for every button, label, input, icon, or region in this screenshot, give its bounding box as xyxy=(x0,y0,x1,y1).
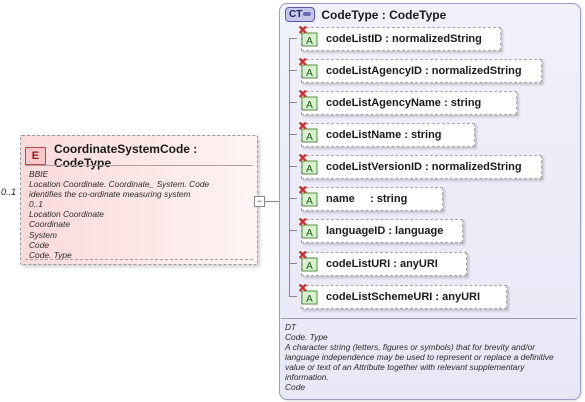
svg-text:A: A xyxy=(306,100,313,111)
complex-type-doc-line: Code xyxy=(285,382,306,392)
attribute-icon: A xyxy=(299,90,318,111)
attribute-codeListSchemeURI[interactable]: codeListSchemeURI : anyURI xyxy=(301,285,507,309)
attribute-codeListAgencyName[interactable]: codeListAgencyName : string xyxy=(301,91,517,115)
occurrence-label: 0..1 xyxy=(1,187,17,197)
attribute-languageID[interactable]: languageID : language xyxy=(301,219,463,243)
svg-text:A: A xyxy=(306,164,313,175)
attribute-icon: A xyxy=(299,186,318,207)
attribute-label: codeListSchemeURI : anyURI xyxy=(326,291,481,303)
element-doc-line: Coordinate xyxy=(29,219,70,230)
expand-dash-icon xyxy=(303,12,312,17)
svg-text:A: A xyxy=(306,294,313,305)
attribute-icon: A xyxy=(299,251,318,272)
complex-type-title: CodeType : CodeType xyxy=(321,7,447,22)
attribute-stub xyxy=(289,230,297,231)
attribute-label: codeListVersionID : normalizedString xyxy=(326,161,522,173)
element-doc-line: identifies the co-ordinate measuring sys… xyxy=(29,189,191,200)
attribute-label: codeListName : string xyxy=(326,129,442,141)
complex-type-doc-line: information. xyxy=(285,372,329,382)
element-divider xyxy=(25,165,253,166)
svg-text:A: A xyxy=(306,228,313,239)
attribute-label: codeListAgencyName : string xyxy=(326,97,482,109)
complex-type-divider xyxy=(281,318,577,319)
complex-type-documentation: DT Code. Type A character string (letter… xyxy=(285,322,575,392)
element-badge: E xyxy=(25,147,46,165)
attribute-icon: A xyxy=(299,26,318,47)
attribute-stub xyxy=(289,198,297,199)
attribute-label: codeListURI : anyURI xyxy=(326,258,438,270)
attribute-icon: A xyxy=(299,122,318,143)
attribute-icon: A xyxy=(299,284,318,305)
attribute-name[interactable]: name : string xyxy=(301,187,443,211)
attribute-codeListName[interactable]: codeListName : string xyxy=(301,123,475,147)
svg-text:A: A xyxy=(306,196,313,207)
attribute-label: languageID : language xyxy=(326,225,444,237)
complex-type-badge: CT xyxy=(285,7,316,22)
element-doc-line: Location Coordinate xyxy=(29,209,104,220)
svg-text:A: A xyxy=(306,261,313,272)
complex-type-doc-line: language independence may be used to rep… xyxy=(285,352,554,362)
element-doc-line: 0..1 xyxy=(29,199,43,210)
attribute-label: codeListAgencyID : normalizedString xyxy=(326,65,522,77)
attribute-stub xyxy=(289,38,297,39)
attribute-codeListID[interactable]: codeListID : normalizedString xyxy=(301,27,501,51)
complex-type-doc-line: value or text of an Attribute together w… xyxy=(285,362,525,372)
element-doc-line: BBIE xyxy=(29,169,49,179)
attribute-icon: A xyxy=(299,218,318,239)
svg-text:A: A xyxy=(306,132,313,143)
attribute-stub xyxy=(289,296,297,297)
attribute-icon: A xyxy=(299,154,318,175)
complex-type-header: CT CodeType : CodeType xyxy=(285,7,446,22)
attribute-stub xyxy=(289,102,297,103)
complex-type-doc-line: DT xyxy=(285,322,297,332)
attribute-tree-line xyxy=(289,38,290,297)
attribute-codeListVersionID[interactable]: codeListVersionID : normalizedString xyxy=(301,155,542,179)
complex-type-badge-text: CT xyxy=(289,9,303,20)
svg-text:A: A xyxy=(306,68,313,79)
attribute-icon: A xyxy=(299,58,318,79)
attribute-stub xyxy=(289,263,297,264)
collapse-toggle[interactable]: − xyxy=(254,196,265,207)
complex-type-doc-line: Code. Type xyxy=(285,332,328,342)
attribute-label: codeListID : normalizedString xyxy=(326,33,482,45)
element-doc-line: Location Coordinate. Coordinate_ System.… xyxy=(29,179,210,190)
attribute-stub xyxy=(289,70,297,71)
element-bottom-divider xyxy=(25,259,253,260)
attribute-codeListAgencyID[interactable]: codeListAgencyID : normalizedString xyxy=(301,59,542,83)
svg-text:A: A xyxy=(306,36,313,47)
element-doc-line: Code xyxy=(29,239,50,250)
complex-type-doc-line: A character string (letters, figures or … xyxy=(285,342,536,352)
attribute-codeListURI[interactable]: codeListURI : anyURI xyxy=(301,252,467,276)
attribute-stub xyxy=(289,134,297,135)
element-doc-line: System xyxy=(29,229,57,240)
element-box[interactable]: E CoordinateSystemCode : CodeType BBIE L… xyxy=(20,135,258,265)
attribute-stub xyxy=(289,166,297,167)
element-documentation: BBIE Location Coordinate. Coordinate_ Sy… xyxy=(29,169,257,260)
